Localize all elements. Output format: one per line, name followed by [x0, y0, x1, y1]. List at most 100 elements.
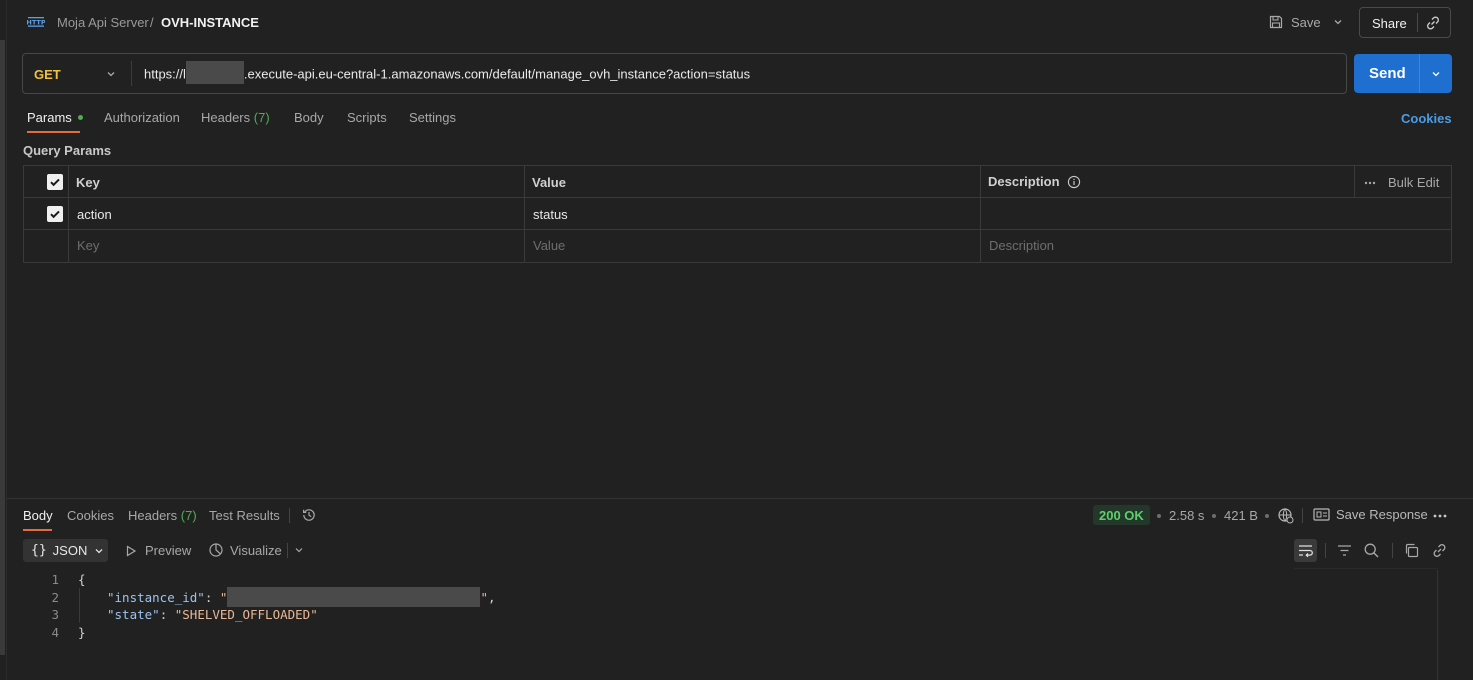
line-number: 4	[51, 625, 59, 640]
search-icon[interactable]	[1363, 542, 1380, 559]
url-prefix: https://l	[144, 66, 186, 82]
json-value-state: "SHELVED_OFFLOADED"	[174, 607, 318, 622]
save-button[interactable]: Save	[1268, 10, 1321, 34]
meta-separator-dot	[1265, 514, 1269, 518]
redacted-block	[227, 586, 481, 607]
tab-params-label: Params	[27, 110, 72, 125]
response-size[interactable]: 421 B	[1224, 508, 1258, 523]
response-tab-body[interactable]: Body	[23, 508, 53, 523]
url-suffix: .execute-api.eu-central-1.amazonaws.com/…	[243, 66, 751, 82]
json-close-brace: }	[78, 625, 86, 640]
preview-label: Preview	[145, 543, 192, 558]
toolbar-divider	[289, 508, 290, 523]
send-options-chevron-down-icon[interactable]	[1428, 66, 1444, 82]
tab-headers-label: Headers	[201, 110, 251, 125]
bulk-edit-button[interactable]: Bulk Edit	[1388, 175, 1439, 190]
preview-button[interactable]: Preview	[124, 543, 191, 558]
json-line-state: "state": "SHELVED_OFFLOADED"	[107, 607, 318, 622]
meta-separator-dot	[1157, 514, 1161, 518]
active-response-tab-indicator	[23, 529, 52, 531]
active-tab-indicator	[27, 131, 80, 133]
history-icon[interactable]	[301, 507, 317, 523]
toolbar-divider	[287, 543, 288, 558]
indent-guide	[79, 588, 80, 623]
wrap-lines-icon	[1299, 545, 1313, 558]
breadcrumb-collection[interactable]: Moja Api Server	[57, 15, 149, 30]
param-enabled-checkbox[interactable]	[47, 206, 63, 222]
response-tab-headers[interactable]: Headers (7)	[128, 508, 197, 523]
new-param-description-input[interactable]: Description	[989, 238, 1054, 253]
toolbar-divider	[1325, 543, 1326, 558]
column-header-key: Key	[76, 175, 100, 190]
info-icon[interactable]	[1067, 175, 1081, 189]
tab-params[interactable]: Params	[27, 110, 83, 125]
visualize-icon	[209, 543, 223, 557]
json-key-instance-id: "instance_id"	[107, 590, 205, 605]
save-label: Save	[1291, 14, 1321, 30]
editor-top-edge	[1294, 568, 1438, 569]
select-all-checkbox[interactable]	[47, 174, 63, 190]
param-value-input[interactable]: status	[533, 207, 568, 222]
network-globe-icon[interactable]	[1277, 507, 1294, 524]
visualize-label: Visualize	[230, 542, 282, 558]
new-param-key-input[interactable]: Key	[77, 238, 99, 253]
response-format-select[interactable]: {} JSON	[23, 539, 108, 562]
format-chevron-down-icon	[95, 548, 103, 553]
send-button[interactable]: Send	[1369, 65, 1406, 82]
cookies-link[interactable]: Cookies	[1401, 111, 1452, 126]
copy-icon[interactable]	[1403, 542, 1420, 559]
visualize-button[interactable]: Visualize	[208, 542, 282, 558]
save-response-button[interactable]: Save Response	[1313, 507, 1428, 522]
response-headers-count: (7)	[180, 508, 197, 523]
bulk-edit-group: Bulk Edit	[1364, 175, 1439, 190]
json-open-brace: {	[78, 572, 86, 587]
tab-scripts[interactable]: Scripts	[347, 110, 387, 125]
json-line-instance-id: "instance_id": " ",	[107, 586, 496, 607]
request-title[interactable]: OVH-INSTANCE	[161, 15, 259, 30]
response-divider[interactable]	[7, 498, 1473, 499]
response-tab-cookies[interactable]: Cookies	[67, 508, 114, 523]
redacted-block	[185, 61, 244, 84]
table-row: action status	[24, 198, 1451, 230]
column-header-description: Description	[988, 174, 1081, 189]
format-label: JSON	[52, 543, 88, 558]
param-key-input[interactable]: action	[77, 207, 112, 222]
tab-body[interactable]: Body	[294, 110, 324, 125]
meta-separator-dot	[1212, 514, 1216, 518]
column-header-description-label: Description	[988, 174, 1060, 189]
breadcrumb-separator: /	[150, 15, 154, 30]
more-options-icon[interactable]	[1432, 508, 1448, 524]
http-request-icon: HTTP	[27, 17, 45, 27]
json-braces-icon: {}	[31, 543, 47, 558]
url-input[interactable]: https://l .execute-api.eu-central-1.amazo…	[144, 61, 751, 84]
json-key-state: "state"	[107, 607, 160, 622]
play-icon	[126, 544, 137, 557]
url-bar: GET https://l .execute-api.eu-central-1.a…	[22, 53, 1347, 94]
status-badge[interactable]: 200 OK	[1093, 505, 1150, 525]
tab-settings[interactable]: Settings	[409, 110, 456, 125]
request-header: HTTP Moja Api Server / OVH-INSTANCE Save…	[0, 0, 1473, 44]
response-tab-headers-label: Headers	[128, 508, 178, 523]
tab-headers[interactable]: Headers (7)	[201, 110, 270, 125]
link-icon[interactable]	[1431, 542, 1448, 559]
word-wrap-button[interactable]	[1294, 539, 1317, 562]
table-header-row: Key Value Description Bulk Edit	[24, 166, 1451, 198]
column-header-value: Value	[532, 175, 566, 190]
share-button[interactable]: Share	[1372, 16, 1407, 31]
response-time[interactable]: 2.58 s	[1169, 508, 1204, 523]
new-param-value-input[interactable]: Value	[533, 238, 565, 253]
method-chevron-down-icon[interactable]	[103, 66, 119, 82]
query-params-table: Key Value Description Bulk Edit action s…	[23, 165, 1452, 263]
column-divider	[1354, 166, 1355, 198]
http-method-select[interactable]: GET	[34, 67, 61, 82]
tab-authorization[interactable]: Authorization	[104, 110, 180, 125]
send-divider	[1419, 54, 1420, 93]
filter-icon[interactable]	[1336, 542, 1353, 559]
copy-link-icon[interactable]	[1424, 14, 1442, 32]
more-options-icon[interactable]	[1364, 181, 1376, 185]
response-tab-test-results[interactable]: Test Results	[209, 508, 280, 523]
visualize-chevron-down-icon[interactable]	[292, 543, 306, 557]
save-options-chevron-down-icon[interactable]	[1328, 13, 1348, 31]
line-number: 1	[51, 572, 59, 587]
editor-scrollbar[interactable]	[1437, 570, 1438, 680]
